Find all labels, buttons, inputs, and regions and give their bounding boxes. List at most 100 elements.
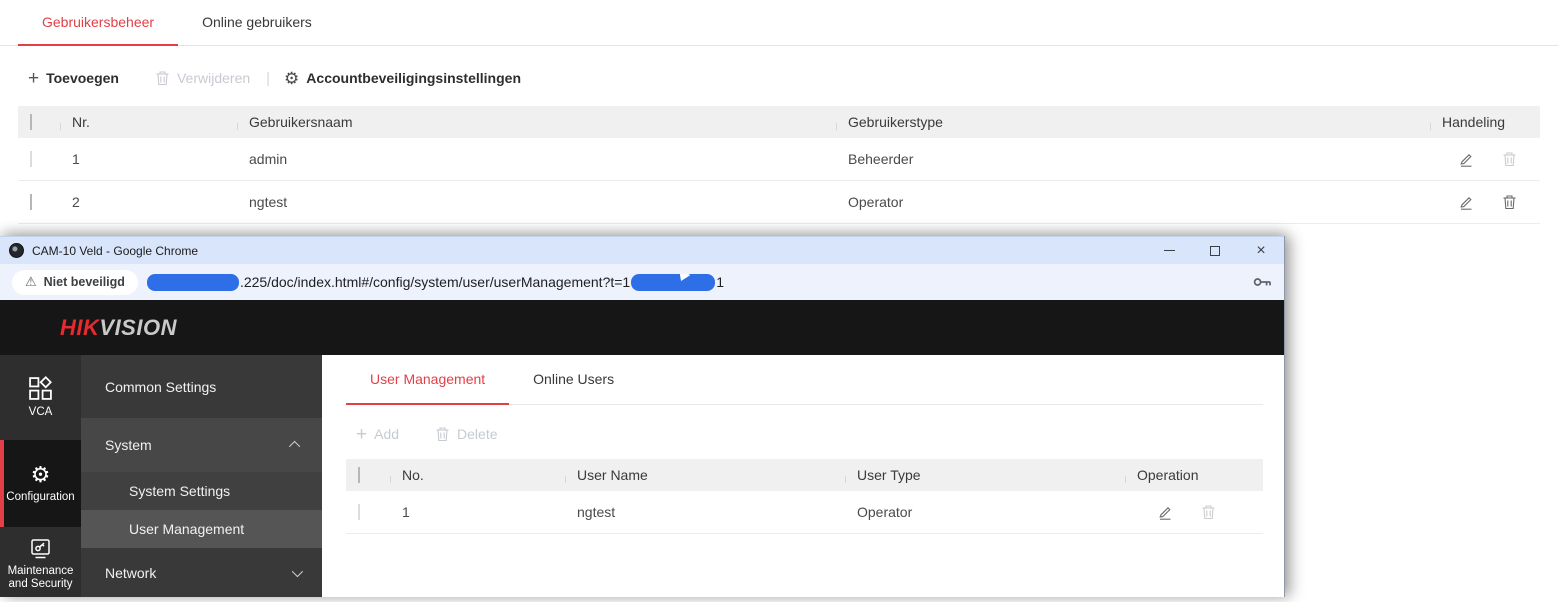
security-chip[interactable]: ⚠ Niet beveiligd	[12, 270, 138, 295]
window-titlebar[interactable]: CAM-10 Veld - Google Chrome ×	[0, 236, 1284, 264]
row-checkbox	[358, 504, 360, 520]
row-usertype: Beheerder	[836, 151, 1430, 167]
hikvision-logo: HIKVISION	[60, 315, 177, 341]
row-nr: 2	[60, 194, 237, 210]
chevron-down-icon	[292, 565, 303, 576]
window-controls: ×	[1146, 237, 1284, 264]
col-user-type: User Type	[845, 467, 1125, 483]
row-checkbox	[30, 151, 32, 167]
redaction-blob	[631, 274, 715, 291]
redaction-blob	[147, 274, 239, 291]
rail-label-configuration: Configuration	[5, 491, 77, 504]
menu-item-common-settings[interactable]: Common Settings	[81, 355, 322, 418]
menu-item-system[interactable]: System	[81, 418, 322, 472]
col-no: No.	[390, 467, 565, 483]
bg-col-nr: Nr.	[60, 114, 237, 130]
maintenance-security-icon	[29, 538, 52, 560]
nav-rail: VCA ⚙ Configuration Maintenance and Secu…	[0, 355, 81, 597]
toevoegen-label: Toevoegen	[46, 70, 119, 86]
table-row: 1 admin Beheerder	[18, 138, 1540, 181]
logo-hik: HIK	[60, 315, 99, 340]
bg-tab-bar: Gebruikersbeheer Online gebruikers	[0, 0, 1558, 46]
configuration-gear-icon: ⚙	[31, 464, 51, 486]
logo-vision: VISION	[99, 315, 177, 340]
account-security-button[interactable]: ⚙ Accountbeveiligingsinstellingen	[284, 70, 521, 87]
table-row: 2 ngtest Operator	[18, 181, 1540, 224]
bg-col-username: Gebruikersnaam	[237, 114, 836, 130]
close-icon: ×	[1256, 243, 1265, 259]
config-menu: Common Settings System System Settings U…	[81, 355, 322, 597]
user-table-header: No. User Name User Type Operation	[346, 459, 1263, 491]
bg-toolbar: + Toevoegen Verwijderen | ⚙ Accountbevei…	[28, 66, 1558, 90]
user-table: No. User Name User Type Operation 1 ngte…	[346, 459, 1263, 534]
select-all-checkbox[interactable]	[30, 114, 32, 130]
security-chip-label: Niet beveiligd	[44, 275, 125, 289]
password-key-icon[interactable]	[1253, 275, 1272, 289]
row-usertype: Operator	[845, 504, 1125, 520]
inner-tab-bar: User Management Online Users	[346, 355, 1263, 405]
menu-item-network[interactable]: Network	[81, 548, 322, 597]
add-label: Add	[374, 426, 399, 442]
row-no: 1	[390, 504, 565, 520]
menu-label: User Management	[129, 521, 300, 537]
delete-button[interactable]: Delete	[435, 426, 497, 442]
bg-user-table: Nr. Gebruikersnaam Gebruikerstype Handel…	[18, 106, 1540, 224]
row-username: ngtest	[565, 504, 845, 520]
menu-label: Network	[105, 565, 292, 581]
url-suffix: 1	[716, 274, 724, 290]
row-username: ngtest	[237, 194, 836, 210]
delete-icon[interactable]	[1502, 194, 1517, 210]
rail-item-configuration[interactable]: ⚙ Configuration	[0, 440, 81, 527]
toolbar-divider: |	[266, 70, 270, 87]
menu-label: System	[105, 437, 292, 453]
page-favicon	[9, 243, 24, 258]
rail-item-vca[interactable]: VCA	[0, 355, 81, 440]
rail-label-vca: VCA	[5, 406, 77, 419]
menu-item-system-settings[interactable]: System Settings	[81, 472, 322, 510]
plus-icon: +	[356, 425, 367, 444]
bg-col-usertype: Gebruikerstype	[836, 114, 1430, 130]
url-text[interactable]: .225/doc/index.html#/config/system/user/…	[147, 274, 1245, 291]
mouse-cursor	[675, 274, 691, 281]
warning-icon: ⚠	[25, 274, 37, 290]
plus-icon: +	[28, 69, 39, 88]
bg-table-header: Nr. Gebruikersnaam Gebruikerstype Handel…	[18, 106, 1540, 138]
maximize-icon	[1210, 246, 1220, 256]
edit-icon[interactable]	[1157, 504, 1173, 520]
tab-user-management[interactable]: User Management	[346, 355, 509, 404]
col-operation: Operation	[1125, 467, 1263, 483]
menu-item-user-management[interactable]: User Management	[81, 510, 322, 548]
account-security-label: Accountbeveiligingsinstellingen	[306, 70, 521, 86]
tab-online-users[interactable]: Online Users	[509, 355, 638, 404]
verwijderen-label: Verwijderen	[177, 70, 250, 86]
menu-label: Common Settings	[105, 379, 300, 395]
verwijderen-button[interactable]: Verwijderen	[155, 70, 250, 86]
edit-icon[interactable]	[1458, 151, 1474, 167]
row-usertype: Operator	[836, 194, 1430, 210]
row-nr: 1	[60, 151, 237, 167]
window-title: CAM-10 Veld - Google Chrome	[32, 244, 1146, 258]
delete-icon	[1201, 504, 1216, 520]
rail-item-maintenance-security[interactable]: Maintenance and Security	[0, 527, 81, 602]
rail-label-maintenance-security: Maintenance and Security	[5, 565, 77, 591]
bg-col-handeling: Handeling	[1430, 114, 1540, 130]
select-all-checkbox[interactable]	[358, 467, 360, 483]
url-visible-part: .225/doc/index.html#/config/system/user/…	[240, 274, 630, 290]
add-button[interactable]: + Add	[356, 425, 399, 444]
row-checkbox[interactable]	[30, 194, 32, 210]
trash-icon	[435, 426, 450, 442]
edit-icon[interactable]	[1458, 194, 1474, 210]
close-button[interactable]: ×	[1238, 237, 1284, 264]
tab-online-gebruikers[interactable]: Online gebruikers	[178, 0, 336, 45]
delete-icon	[1502, 151, 1517, 167]
hikvision-header: HIKVISION	[0, 300, 1284, 355]
minimize-button[interactable]	[1146, 237, 1192, 264]
address-bar[interactable]: ⚠ Niet beveiligd .225/doc/index.html#/co…	[0, 264, 1284, 300]
row-username: admin	[237, 151, 836, 167]
delete-label: Delete	[457, 426, 497, 442]
toevoegen-button[interactable]: + Toevoegen	[28, 69, 119, 88]
trash-icon	[155, 70, 170, 86]
maximize-button[interactable]	[1192, 237, 1238, 264]
chrome-window: CAM-10 Veld - Google Chrome × ⚠ Niet bev…	[0, 236, 1285, 597]
tab-gebruikersbeheer[interactable]: Gebruikersbeheer	[18, 0, 178, 45]
